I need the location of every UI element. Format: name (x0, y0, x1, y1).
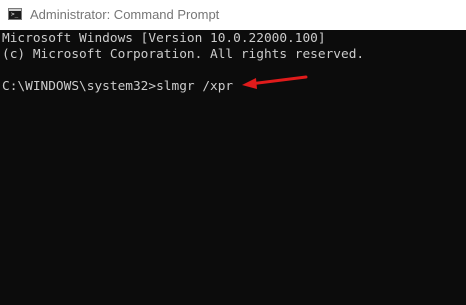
title-bar[interactable]: >_ Administrator: Command Prompt (0, 0, 466, 30)
console-line-copyright: (c) Microsoft Corporation. All rights re… (2, 47, 365, 62)
console-line-version: Microsoft Windows [Version 10.0.22000.10… (2, 31, 326, 46)
window-title: Administrator: Command Prompt (30, 7, 220, 22)
console-line-command: C:\WINDOWS\system32>slmgr /xpr (2, 79, 234, 94)
command-prompt-window: >_ Administrator: Command Prompt Microso… (0, 0, 466, 305)
console-output[interactable]: Microsoft Windows [Version 10.0.22000.10… (0, 30, 466, 305)
cmd-icon[interactable]: >_ (8, 8, 22, 20)
